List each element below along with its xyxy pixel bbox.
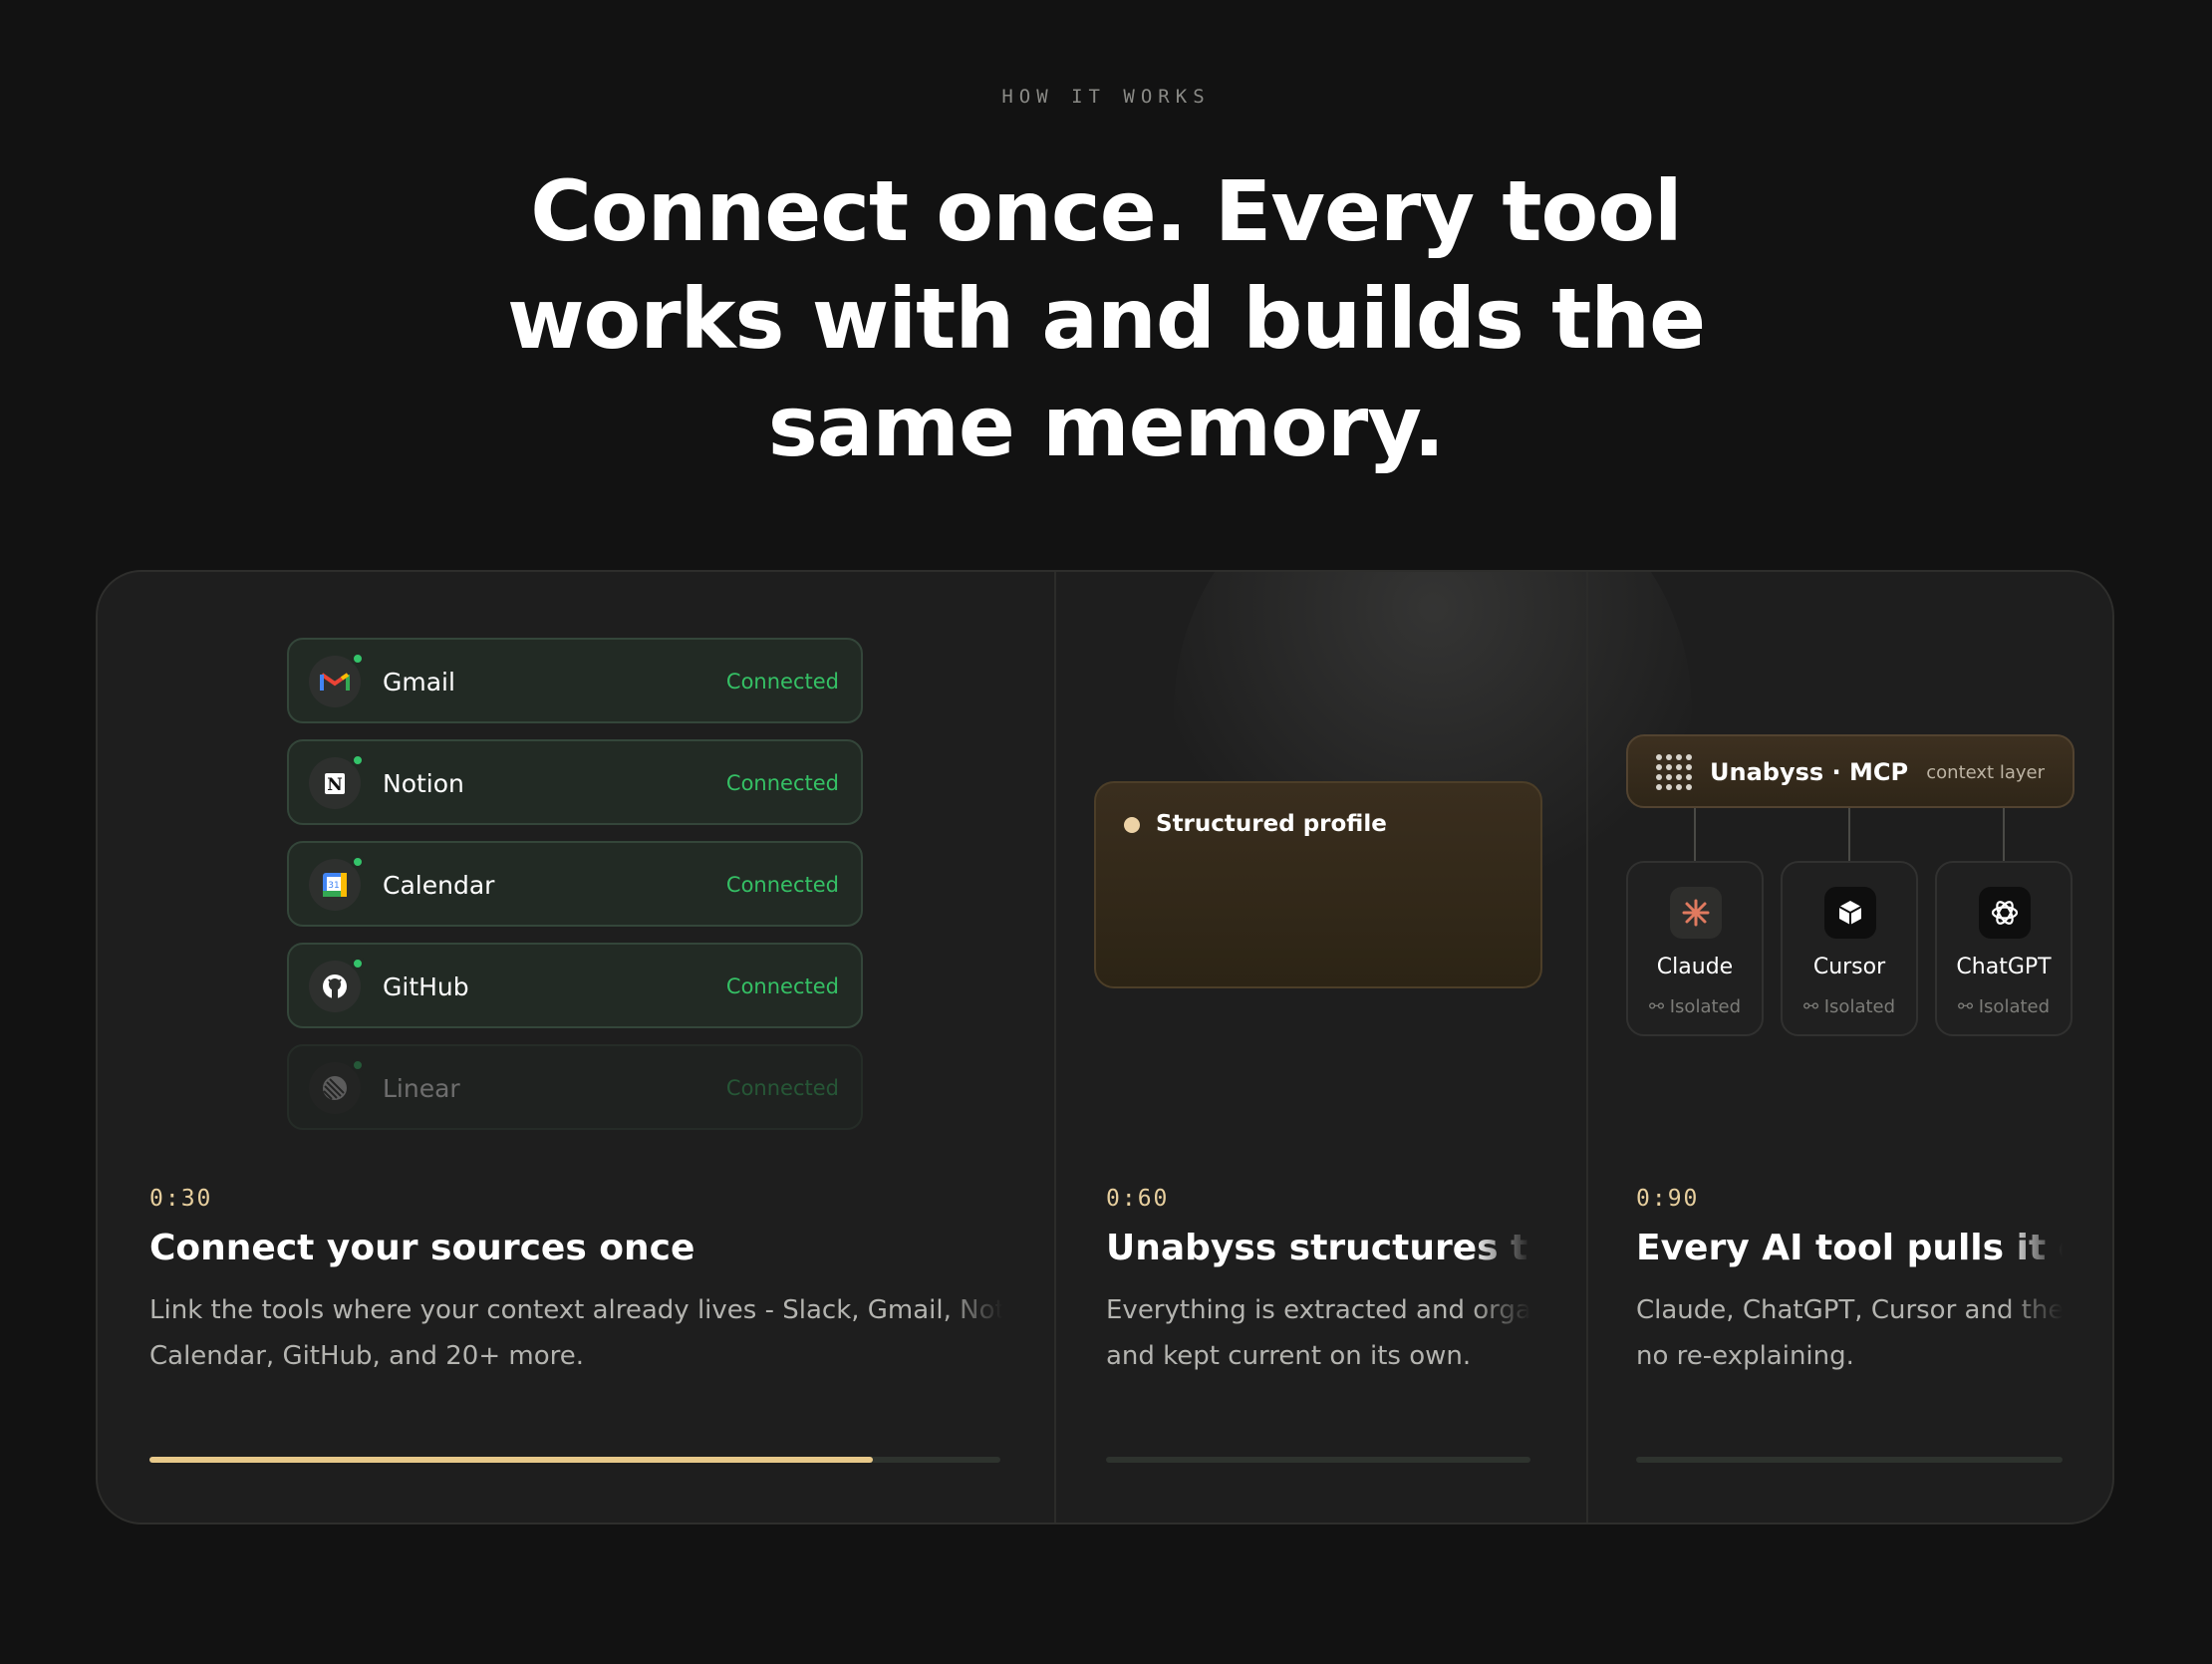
tool-status-label: Isolated [1978, 996, 2051, 1017]
text-fade [943, 1287, 1002, 1397]
link-off-icon: ⚯ [1957, 996, 1979, 1017]
cursor-icon [1824, 887, 1876, 939]
mcp-context-layer: Unabyss · MCP context layer [1626, 734, 2074, 808]
desc-line: Link the tools where your context alread… [149, 1295, 1002, 1325]
step-title-clip: Unabyss structures then [1106, 1224, 1530, 1283]
source-name: Notion [383, 769, 464, 798]
headline-line: same memory. [767, 378, 1446, 475]
step-time: 0:90 [1636, 1186, 1700, 1212]
source-name: Gmail [383, 668, 455, 696]
section-eyebrow: HOW IT WORKS [1001, 86, 1211, 108]
source-row-notion[interactable]: N Notion Connected [287, 739, 863, 825]
tool-name: Cursor [1812, 955, 1886, 979]
profile-dot [1124, 817, 1140, 833]
text-fade [2003, 1224, 2063, 1283]
svg-text:31: 31 [328, 881, 339, 891]
source-row-calendar[interactable]: 31 Calendar Connected [287, 841, 863, 927]
step-time: 0:60 [1106, 1186, 1170, 1212]
connected-indicator [351, 652, 365, 666]
desc-line: Claude, ChatGPT, Cursor and the [1636, 1295, 2063, 1325]
tool-status: ⚯ Isolated [1937, 996, 2071, 1017]
desc-line: no re-explaining. [1636, 1341, 1854, 1371]
desc-line: and kept current on its own. [1106, 1341, 1472, 1371]
step-desc-clip: Claude, ChatGPT, Cursor and the no re-ex… [1636, 1287, 2063, 1397]
tool-status: ⚯ Isolated [1628, 996, 1762, 1017]
svg-text:N: N [327, 775, 343, 795]
link-off-icon: ⚯ [1648, 996, 1670, 1017]
step-desc-clip: Everything is extracted and orga and kep… [1106, 1287, 1530, 1397]
step-title: Every AI tool pulls it ove [1636, 1228, 2063, 1268]
step-time: 0:30 [149, 1186, 213, 1212]
unabyss-logo-icon [1656, 754, 1692, 790]
source-name: Calendar [383, 871, 495, 900]
step-progress-fill [149, 1457, 873, 1463]
step-title: Connect your sources once [149, 1228, 695, 1268]
source-status: Connected [725, 974, 839, 998]
connected-indicator [351, 855, 365, 869]
tool-card-chatgpt[interactable]: ChatGPT ⚯ Isolated [1935, 861, 2073, 1036]
desc-line: Everything is extracted and orga [1106, 1295, 1530, 1325]
step-progress-track [149, 1457, 1000, 1463]
mcp-tag: context layer [1926, 762, 2045, 783]
text-fade [1471, 1224, 1530, 1283]
connected-indicator [351, 1058, 365, 1072]
step-progress-track [1106, 1457, 1530, 1463]
tool-status: ⚯ Isolated [1783, 996, 1916, 1017]
text-fade [1471, 1287, 1530, 1397]
text-fade [2003, 1287, 2063, 1397]
link-off-icon: ⚯ [1802, 996, 1824, 1017]
source-status: Connected [725, 1076, 839, 1100]
source-row-gmail[interactable]: Gmail Connected [287, 638, 863, 723]
source-status: Connected [725, 873, 839, 897]
source-name: Linear [383, 1074, 460, 1103]
step-progress-track [1636, 1457, 2063, 1463]
step-description: Link the tools where your context alread… [149, 1287, 1002, 1379]
mcp-name: Unabyss · MCP [1710, 758, 1909, 786]
step-title-clip: Every AI tool pulls it ove [1636, 1224, 2063, 1283]
connector-line [2003, 808, 2005, 862]
source-row-linear[interactable]: Linear Connected [287, 1044, 863, 1130]
tool-card-cursor[interactable]: Cursor ⚯ Isolated [1781, 861, 1918, 1036]
source-name: GitHub [383, 972, 469, 1001]
headline-line: works with and builds the [506, 270, 1706, 368]
section-headline: Connect once. Every tool works with and … [458, 157, 1754, 480]
panel-divider [1054, 572, 1056, 1523]
step-title: Unabyss structures then [1106, 1228, 1530, 1268]
connected-indicator [351, 957, 365, 971]
desc-line: Calendar, GitHub, and 20+ more. [149, 1341, 584, 1371]
step-desc-clip: Link the tools where your context alread… [149, 1287, 1002, 1397]
connector-line [1694, 808, 1696, 862]
panel-divider [1586, 572, 1588, 1523]
tool-name: Claude [1656, 955, 1734, 979]
connected-indicator [351, 753, 365, 767]
source-row-github[interactable]: GitHub Connected [287, 943, 863, 1028]
tool-status-label: Isolated [1823, 996, 1896, 1017]
chatgpt-icon [1979, 887, 2031, 939]
tool-name: ChatGPT [1956, 955, 2052, 979]
tool-card-claude[interactable]: Claude ⚯ Isolated [1626, 861, 1764, 1036]
source-status: Connected [725, 771, 839, 795]
structured-profile-card: Structured profile [1094, 781, 1542, 988]
step-description: Everything is extracted and orga and kep… [1106, 1287, 1530, 1379]
profile-label: Structured profile [1156, 811, 1387, 837]
tool-status-label: Isolated [1669, 996, 1742, 1017]
connector-line [1848, 808, 1850, 862]
headline-line: Connect once. Every tool [530, 162, 1682, 260]
claude-icon [1670, 887, 1722, 939]
source-status: Connected [725, 670, 839, 693]
step-description: Claude, ChatGPT, Cursor and the no re-ex… [1636, 1287, 2063, 1379]
